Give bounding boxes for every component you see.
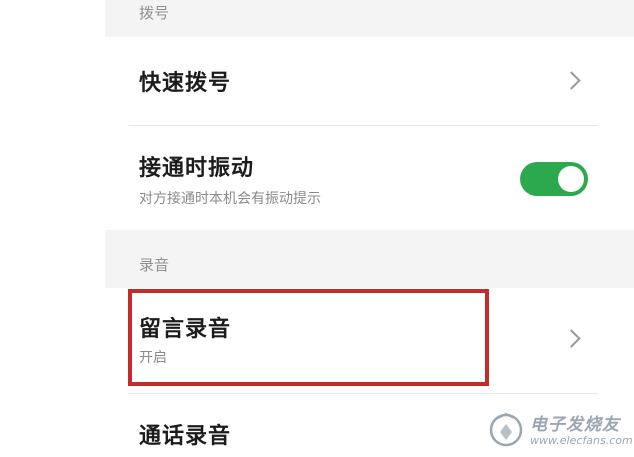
toggle-knob: [558, 166, 584, 192]
speed-dial-title: 快速拨号: [139, 71, 232, 96]
vibrate-on-connect-row[interactable]: 接通时振动 对方接通时本机会有振动提示: [105, 126, 634, 230]
call-recording-title: 通话录音: [139, 424, 232, 449]
section-header-dial: 拨号: [105, 0, 634, 37]
settings-panel: 拨号 快速拨号 接通时振动 对方接通时本机会有振动提示 录音 留言录音 开启 通…: [105, 0, 634, 457]
section-header-label: 录音: [139, 256, 170, 274]
vibrate-on-connect-title: 接通时振动: [139, 156, 255, 181]
highlight-box: [128, 289, 489, 386]
chevron-right-icon: [562, 71, 581, 90]
watermark-title: 电子发烧友: [530, 415, 620, 435]
vibrate-on-connect-subtitle: 对方接通时本机会有振动提示: [139, 191, 321, 207]
chevron-right-icon: [562, 329, 581, 348]
section-header-label: 拨号: [139, 4, 170, 22]
vibrate-toggle[interactable]: [520, 162, 588, 196]
speed-dial-row[interactable]: 快速拨号: [105, 37, 634, 125]
elecfans-logo-icon: [489, 412, 523, 447]
watermark-url: www.elecfans.com: [530, 434, 633, 447]
section-header-recording: 录音: [105, 230, 634, 288]
watermark: 电子发烧友 www.elecfans.com: [486, 408, 633, 452]
